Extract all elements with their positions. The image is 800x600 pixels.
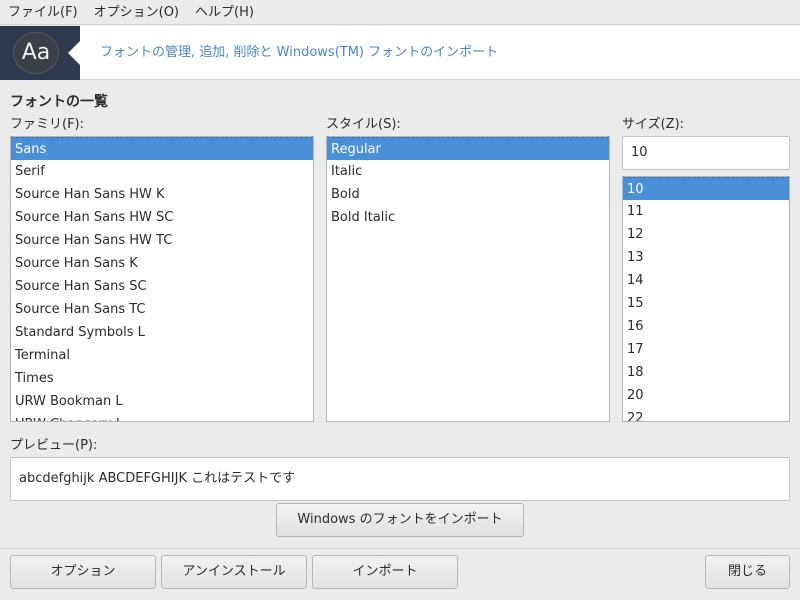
list-item[interactable]: 16 (623, 315, 789, 338)
list-item[interactable]: Standard Symbols L (11, 321, 313, 344)
options-button[interactable]: オプション (10, 555, 156, 589)
family-label: ファミリ(F): (10, 117, 85, 132)
font-list-title: フォントの一覧 (10, 94, 108, 110)
family-list[interactable]: Sans Serif Source Han Sans HW K Source Han … (10, 136, 314, 422)
list-item[interactable]: Source Han Sans HW TC (11, 229, 313, 252)
list-item[interactable]: URW Chancery L (11, 413, 313, 421)
list-item[interactable]: Sans (11, 137, 313, 160)
header-banner: Aa フォントの管理, 追加, 削除と Windows(TM) フォントのインポ… (0, 26, 800, 80)
banner-description: フォントの管理, 追加, 削除と Windows(TM) フォントのインポート (100, 45, 499, 60)
list-item[interactable]: 15 (623, 292, 789, 315)
list-item[interactable]: 11 (623, 200, 789, 223)
list-item[interactable]: 10 (623, 177, 789, 200)
divider (0, 548, 800, 549)
import-button[interactable]: インポート (312, 555, 458, 589)
close-button[interactable]: 閉じる (705, 555, 790, 589)
size-list[interactable]: 10 11 12 13 14 15 16 17 18 20 22 (622, 176, 790, 422)
list-item[interactable]: 14 (623, 269, 789, 292)
list-item[interactable]: Bold (327, 183, 609, 206)
menu-help[interactable]: ヘルプ(H) (187, 0, 262, 25)
list-item[interactable]: Source Han Sans K (11, 252, 313, 275)
list-item[interactable]: Serif (11, 160, 313, 183)
preview-text: abcdefghijk ABCDEFGHIJK これはテストです (10, 457, 790, 501)
menu-options[interactable]: オプション(O) (86, 0, 187, 25)
list-item[interactable]: 20 (623, 384, 789, 407)
list-item[interactable]: Regular (327, 137, 609, 160)
list-item[interactable]: 13 (623, 246, 789, 269)
style-list[interactable]: Regular Italic Bold Bold Italic (326, 136, 610, 422)
list-item[interactable]: Source Han Sans HW SC (11, 206, 313, 229)
list-item[interactable]: Source Han Sans TC (11, 298, 313, 321)
size-input[interactable]: 10 (622, 136, 790, 170)
menu-file[interactable]: ファイル(F) (0, 0, 86, 25)
list-item[interactable]: Source Han Sans SC (11, 275, 313, 298)
font-aa-icon: Aa (21, 40, 51, 65)
list-item[interactable]: URW Bookman L (11, 390, 313, 413)
size-label: サイズ(Z): (622, 117, 685, 132)
list-item[interactable]: Italic (327, 160, 609, 183)
style-label: スタイル(S): (326, 117, 401, 132)
list-item[interactable]: Terminal (11, 344, 313, 367)
font-app-icon: Aa (0, 26, 80, 80)
list-item[interactable]: Source Han Sans HW K (11, 183, 313, 206)
uninstall-button[interactable]: アンインストール (161, 555, 307, 589)
list-item[interactable]: 12 (623, 223, 789, 246)
list-item[interactable]: 18 (623, 361, 789, 384)
list-item[interactable]: 17 (623, 338, 789, 361)
list-item[interactable]: 22 (623, 407, 789, 421)
list-item[interactable]: Bold Italic (327, 206, 609, 229)
menu-bar: ファイル(F) オプション(O) ヘルプ(H) (0, 0, 800, 25)
import-windows-fonts-button[interactable]: Windows のフォントをインポート (276, 503, 524, 537)
list-item[interactable]: Times (11, 367, 313, 390)
preview-label: プレビュー(P): (10, 438, 98, 453)
